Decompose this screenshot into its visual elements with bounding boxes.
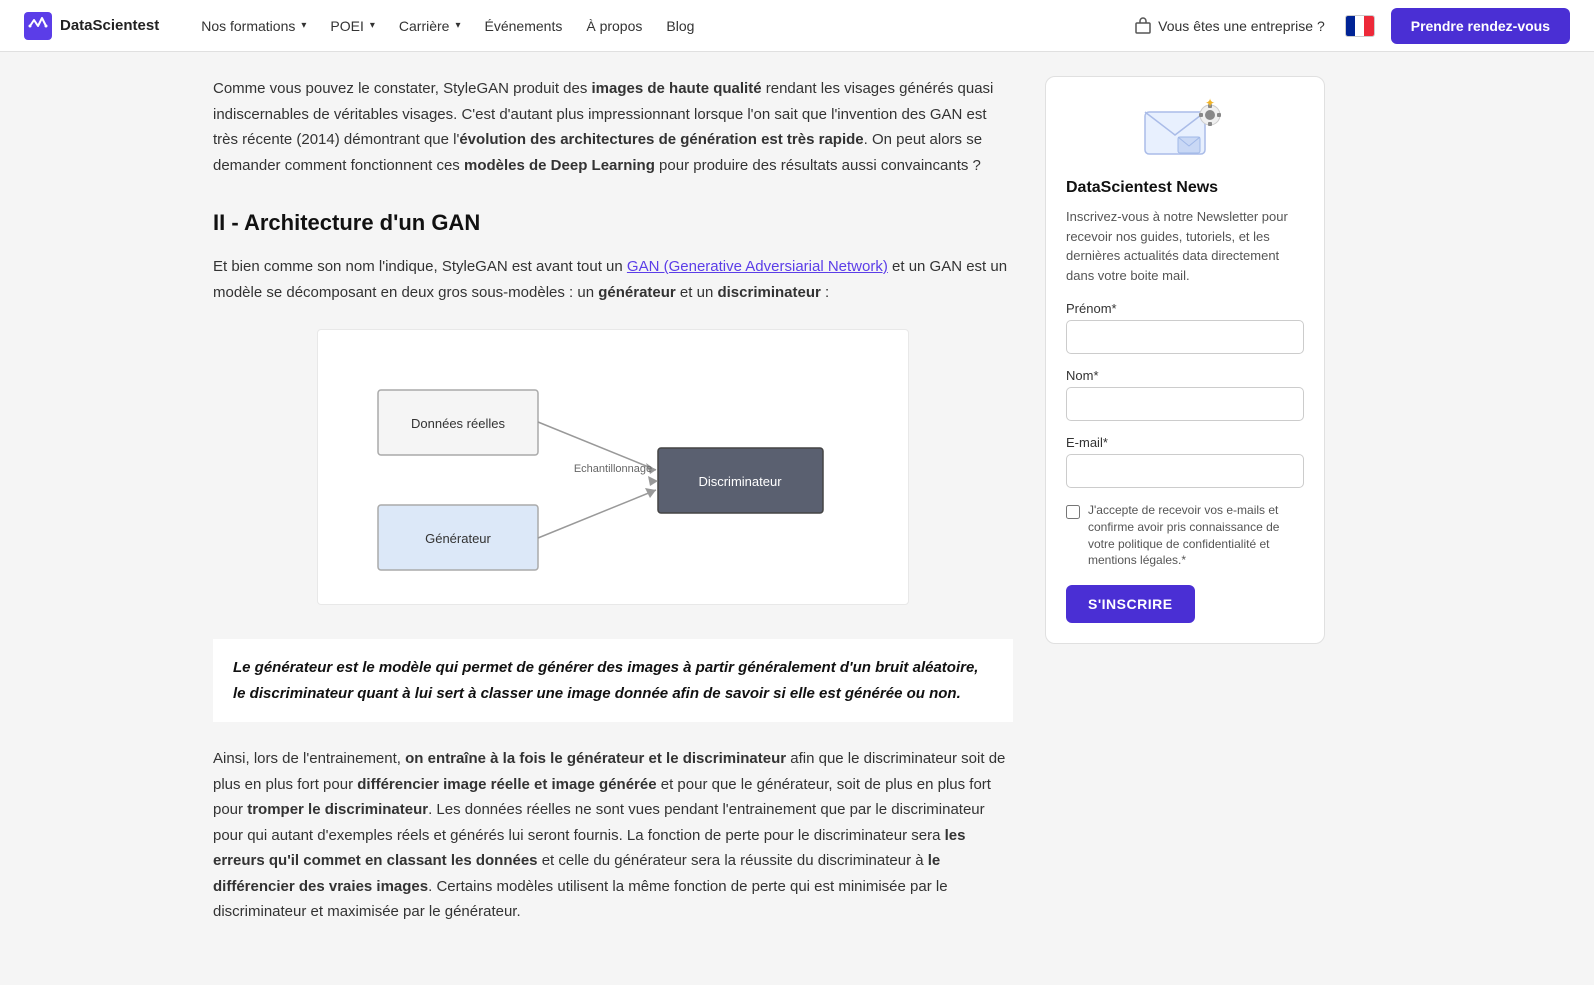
quote-block: Le générateur est le modèle qui permet d… [213,639,1013,722]
diagram-discriminateur-label: Discriminateur [698,474,782,489]
navbar: DataScientest Nos formations ▾ POEI ▾ Ca… [0,0,1594,52]
email-group: E-mail* [1066,435,1304,488]
site-logo[interactable]: DataScientest [24,12,159,40]
newsletter-title: DataScientest News [1066,179,1304,197]
nav-a-propos[interactable]: À propos [576,12,652,40]
gan-link[interactable]: GAN (Generative Adversiarial Network) [627,258,888,275]
nav-blog[interactable]: Blog [656,12,704,40]
diagram: Données réelles Générateur Discriminateu… [317,329,909,605]
nav-carriere[interactable]: Carrière ▾ [389,12,471,40]
nav-nos-formations[interactable]: Nos formations ▾ [191,12,316,40]
diagram-generateur-label: Générateur [425,531,491,546]
consent-checkbox-row: J'accepte de recevoir vos e-mails et con… [1066,502,1304,569]
nom-input[interactable] [1066,387,1304,421]
subscribe-button[interactable]: S'INSCRIRE [1066,585,1195,623]
newsletter-desc: Inscrivez-vous à notre Newsletter pour r… [1066,207,1304,285]
nav-evenements[interactable]: Événements [475,12,573,40]
newsletter-icon-wrapper: ✦ [1066,97,1304,167]
sidebar: ✦ DataScientest News Inscrivez-vous à no… [1045,52,1325,985]
chevron-down-icon: ▾ [455,20,460,31]
enterprise-icon [1134,17,1152,35]
prenom-label: Prénom* [1066,301,1304,316]
prenom-group: Prénom* [1066,301,1304,354]
nav-poei[interactable]: POEI ▾ [320,12,385,40]
enterprise-link[interactable]: Vous êtes une entreprise ? [1124,11,1335,41]
newsletter-icon: ✦ [1140,97,1230,167]
chevron-down-icon: ▾ [370,20,375,31]
svg-text:✦: ✦ [1205,97,1215,110]
prenom-input[interactable] [1066,320,1304,354]
gan-diagram: Données réelles Générateur Discriminateu… [348,350,878,580]
section-title: II - Architecture d'un GAN [213,210,1013,236]
intro-paragraph: Comme vous pouvez le constater, StyleGAN… [213,76,1013,178]
quote-text: Le générateur est le modèle qui permet d… [233,655,993,706]
body-paragraph-2: Ainsi, lors de l'entrainement, on entraî… [213,746,1013,925]
nom-group: Nom* [1066,368,1304,421]
email-input[interactable] [1066,454,1304,488]
cta-rendez-vous-button[interactable]: Prendre rendez-vous [1391,8,1570,44]
language-flag[interactable] [1345,15,1375,37]
nom-label: Nom* [1066,368,1304,383]
body-paragraph-1: Et bien comme son nom l'indique, StyleGA… [213,254,1013,305]
diagram-donnees-label: Données réelles [411,416,505,431]
page-wrapper: Comme vous pouvez le constater, StyleGAN… [197,52,1397,985]
consent-label: J'accepte de recevoir vos e-mails et con… [1088,502,1304,569]
newsletter-card: ✦ DataScientest News Inscrivez-vous à no… [1045,76,1325,644]
chevron-down-icon: ▾ [301,20,306,31]
logo-icon [24,12,52,40]
logo-text: DataScientest [60,17,159,34]
diagram-container: Données réelles Générateur Discriminateu… [213,329,1013,615]
diagram-echantillonnage-label: Echantillonnage [574,463,652,475]
nav-links: Nos formations ▾ POEI ▾ Carrière ▾ Événe… [191,12,1124,40]
consent-checkbox[interactable] [1066,505,1080,519]
email-label: E-mail* [1066,435,1304,450]
main-content: Comme vous pouvez le constater, StyleGAN… [213,52,1013,985]
